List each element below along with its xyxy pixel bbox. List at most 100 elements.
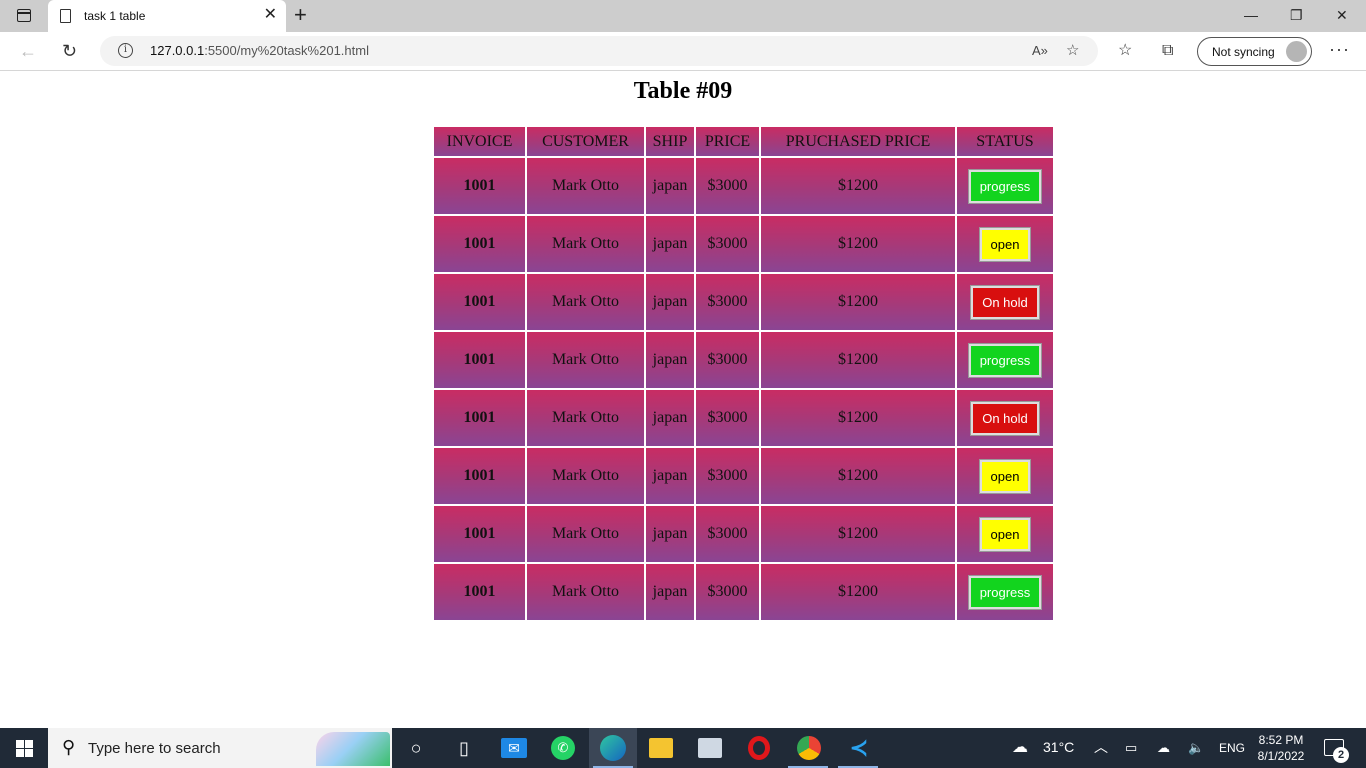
- taskbar-search[interactable]: ⚲ Type here to search: [48, 728, 392, 768]
- avatar: [1286, 41, 1307, 62]
- price-cell: $3000: [696, 216, 759, 272]
- profile-sync-button[interactable]: Not syncing: [1197, 37, 1312, 66]
- collections-icon[interactable]: ⧉: [1162, 42, 1173, 60]
- price-cell: $3000: [696, 158, 759, 214]
- purchased-price-cell: $1200: [761, 564, 955, 620]
- volume-icon[interactable]: 🔈: [1188, 740, 1204, 756]
- temperature[interactable]: 31°C: [1043, 739, 1074, 755]
- whatsapp-icon[interactable]: ✆: [551, 736, 575, 760]
- chrome-icon[interactable]: [797, 736, 821, 760]
- close-tab-icon[interactable]: ✕: [264, 6, 277, 24]
- customer-cell: Mark Otto: [527, 216, 644, 272]
- invoice-cell: 1001: [434, 390, 525, 446]
- status-cell: progress: [957, 564, 1053, 620]
- opera-icon[interactable]: [748, 736, 770, 760]
- purchased-price-cell: $1200: [761, 274, 955, 330]
- info-icon[interactable]: i: [118, 43, 133, 58]
- price-cell: $3000: [696, 332, 759, 388]
- ship-cell: japan: [646, 390, 694, 446]
- address-bar[interactable]: i 127.0.0.1:5500/my%20task%201.html A» ☆: [100, 36, 1098, 66]
- purchased-price-cell: $1200: [761, 158, 955, 214]
- invoice-cell: 1001: [434, 216, 525, 272]
- favorites-icon[interactable]: ☆: [1118, 42, 1132, 60]
- table-row: 1001 Mark Otto japan $3000 $1200 On hold: [434, 390, 1053, 446]
- restore-icon[interactable]: ❐: [1290, 5, 1303, 25]
- chevron-up-icon[interactable]: ︿: [1094, 737, 1108, 757]
- url-host: 127.0.0.1: [150, 43, 205, 58]
- customer-cell: Mark Otto: [527, 506, 644, 562]
- minimize-icon[interactable]: —: [1244, 5, 1258, 25]
- edge-icon[interactable]: [600, 735, 626, 761]
- status-button[interactable]: On hold: [970, 400, 1040, 436]
- browser-tab[interactable]: task 1 table ✕: [48, 0, 286, 32]
- add-favorite-icon[interactable]: ☆: [1066, 41, 1079, 61]
- ship-cell: japan: [646, 274, 694, 330]
- table-body: 1001 Mark Otto japan $3000 $1200 progress 1001…: [434, 158, 1053, 620]
- search-placeholder: Type here to search: [88, 740, 221, 757]
- battery-icon[interactable]: ▭: [1125, 740, 1137, 756]
- invoice-cell: 1001: [434, 506, 525, 562]
- refresh-icon[interactable]: ↻: [62, 40, 77, 62]
- status-button[interactable]: progress: [967, 168, 1043, 204]
- status-button[interactable]: progress: [967, 574, 1043, 610]
- ship-cell: japan: [646, 332, 694, 388]
- invoice-cell: 1001: [434, 448, 525, 504]
- page-title: Table #09: [633, 78, 733, 104]
- purchased-price-cell: $1200: [761, 216, 955, 272]
- status-cell: progress: [957, 158, 1053, 214]
- price-cell: $3000: [696, 564, 759, 620]
- status-cell: open: [957, 216, 1053, 272]
- purchased-price-cell: $1200: [761, 506, 955, 562]
- table-row: 1001 Mark Otto japan $3000 $1200 progress: [434, 564, 1053, 620]
- column-header-ship: SHIP: [646, 127, 694, 156]
- purchased-price-cell: $1200: [761, 448, 955, 504]
- sync-label: Not syncing: [1212, 45, 1275, 59]
- customer-cell: Mark Otto: [527, 158, 644, 214]
- file-explorer-icon[interactable]: [649, 738, 673, 758]
- invoice-table: INVOICE CUSTOMER SHIP PRICE PRUCHASED PR…: [432, 125, 1055, 622]
- read-aloud-icon[interactable]: A»: [1032, 41, 1048, 61]
- column-header-customer: CUSTOMER: [527, 127, 644, 156]
- customer-cell: Mark Otto: [527, 448, 644, 504]
- price-cell: $3000: [696, 506, 759, 562]
- clock-time: 8:52 PM: [1258, 733, 1304, 747]
- status-button[interactable]: open: [978, 458, 1032, 494]
- url-text[interactable]: 127.0.0.1:5500/my%20task%201.html: [150, 43, 369, 58]
- status-button[interactable]: open: [978, 226, 1032, 262]
- status-cell: open: [957, 448, 1053, 504]
- more-options-icon[interactable]: ···: [1329, 39, 1350, 60]
- status-button[interactable]: On hold: [970, 284, 1040, 320]
- column-header-status: STATUS: [957, 127, 1053, 156]
- weather-icon[interactable]: ☁: [1012, 737, 1028, 757]
- onedrive-icon[interactable]: ☁: [1157, 740, 1170, 756]
- search-highlight-art: [316, 732, 390, 766]
- tab-actions-icon[interactable]: [17, 9, 31, 22]
- table-row: 1001 Mark Otto japan $3000 $1200 On hold: [434, 274, 1053, 330]
- windows-taskbar: ⚲ Type here to search ○ ▯ ✉ ✆ ≺ ☁ 31°C ︿…: [0, 728, 1366, 768]
- vscode-icon[interactable]: ≺: [846, 736, 872, 760]
- new-tab-icon[interactable]: +: [294, 3, 307, 27]
- invoice-cell: 1001: [434, 274, 525, 330]
- mail-icon[interactable]: ✉: [501, 738, 527, 758]
- purchased-price-cell: $1200: [761, 332, 955, 388]
- price-cell: $3000: [696, 274, 759, 330]
- clock-date: 8/1/2022: [1257, 749, 1305, 763]
- windows-start-icon[interactable]: [16, 740, 33, 757]
- ship-cell: japan: [646, 448, 694, 504]
- invoice-cell: 1001: [434, 564, 525, 620]
- close-window-icon[interactable]: ✕: [1336, 5, 1348, 25]
- purchased-price-cell: $1200: [761, 390, 955, 446]
- status-cell: open: [957, 506, 1053, 562]
- cortana-icon[interactable]: ○: [403, 736, 429, 760]
- browser-tab-strip: task 1 table ✕ + — ❐ ✕: [0, 0, 1366, 32]
- status-button[interactable]: open: [978, 516, 1032, 552]
- back-arrow-icon[interactable]: ←: [19, 40, 37, 62]
- clock[interactable]: 8:52 PM 8/1/2022: [1252, 732, 1310, 764]
- page-icon: [60, 9, 71, 23]
- task-view-icon[interactable]: ▯: [451, 736, 477, 760]
- ship-cell: japan: [646, 158, 694, 214]
- language-indicator[interactable]: ENG: [1219, 741, 1245, 755]
- status-button[interactable]: progress: [967, 342, 1043, 378]
- network-app-icon[interactable]: [698, 738, 722, 758]
- customer-cell: Mark Otto: [527, 564, 644, 620]
